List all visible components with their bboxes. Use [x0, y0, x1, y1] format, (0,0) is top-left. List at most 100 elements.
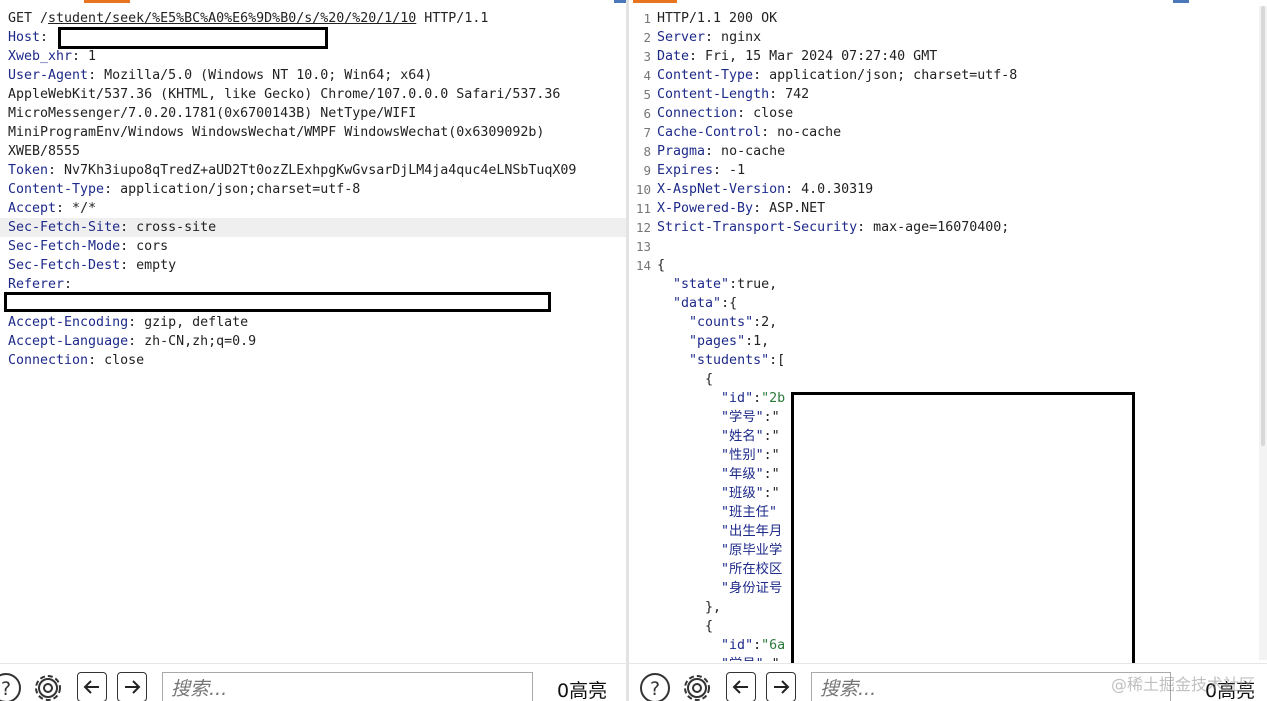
text-segment: XWEB/8555: [8, 144, 81, 159]
request-line: Accept: */*: [0, 199, 626, 218]
header-name: Sec-Fetch-Mode: [8, 239, 121, 254]
json-key: "state": [673, 277, 730, 292]
request-line: XWEB/8555: [0, 142, 626, 161]
text-segment: AppleWebKit/537.36 (KHTML, like Gecko) C…: [8, 87, 561, 102]
request-line: MicroMessenger/7.0.20.1781(0x6700143B) N…: [0, 104, 626, 123]
text-segment: : application/json; charset=utf-8: [753, 68, 1018, 83]
request-line-text: Token: Nv7Kh3iupo8qTredZ+aUD2Tt0ozZLExhp…: [8, 161, 576, 180]
header-name: Sec-Fetch-Dest: [8, 258, 121, 273]
arrow-left-icon: [83, 680, 99, 694]
text-segment: GET /: [8, 11, 49, 26]
request-toolbar: ? 0高亮: [0, 663, 626, 701]
header-name: Referer: [8, 277, 65, 292]
settings-button[interactable]: [30, 670, 66, 701]
json-key: "所在校区: [721, 562, 783, 577]
text-segment: [657, 562, 721, 577]
text-segment: :true,: [729, 277, 778, 292]
line-number: 8: [643, 144, 651, 159]
help-button[interactable]: ?: [0, 670, 24, 701]
arrow-right-icon: [125, 680, 141, 694]
json-key: "班主任": [721, 505, 777, 520]
header-name: Content-Type: [657, 68, 754, 83]
response-line: 13: [629, 237, 1267, 256]
text-segment: [657, 543, 721, 558]
request-editor[interactable]: GET /student/seek/%E5%BC%A0%E6%9D%B0/s/%…: [0, 0, 626, 661]
line-number: 2: [643, 30, 651, 45]
previous-match-button[interactable]: [726, 672, 756, 701]
text-segment: {: [657, 372, 714, 387]
text-segment: [657, 315, 689, 330]
settings-button[interactable]: [679, 670, 715, 701]
response-line: 6 Connection: close: [629, 104, 1267, 123]
text-segment: [657, 410, 721, 425]
text-segment: : 742: [769, 87, 810, 102]
redaction-box-students: [791, 392, 1135, 674]
header-name: Date: [657, 49, 690, 64]
response-line-text: Expires: -1: [657, 161, 745, 180]
response-line-text: "出生年月: [657, 522, 782, 541]
request-line-text: GET /student/seek/%E5%BC%A0%E6%9D%B0/s/%…: [8, 9, 488, 28]
text-segment: : Mozilla/5.0 (Windows NT 10.0; Win64; x…: [88, 68, 433, 83]
text-segment: [657, 353, 689, 368]
header-name: Token: [8, 163, 49, 178]
header-name: Sec-Fetch-Site: [8, 220, 121, 235]
text-segment: [657, 638, 721, 653]
response-line: 1 HTTP/1.1 200 OK: [629, 9, 1267, 28]
response-line: 10 X-AspNet-Version: 4.0.30319: [629, 180, 1267, 199]
response-line-text: {: [657, 617, 713, 636]
help-button[interactable]: ?: [637, 670, 673, 701]
response-line-text: "原毕业学: [657, 541, 782, 560]
request-pane: GET /student/seek/%E5%BC%A0%E6%9D%B0/s/%…: [0, 0, 626, 701]
text-segment: : cors: [120, 239, 169, 254]
request-line: Connection: close: [0, 351, 626, 370]
request-line-text: Accept-Language: zh-CN,zh;q=0.9: [8, 332, 256, 351]
response-line-text: Pragma: no-cache: [657, 142, 785, 161]
scrollbar-thumb[interactable]: [1261, 6, 1265, 446]
response-line: 3 Date: Fri, 15 Mar 2024 07:27:40 GMT: [629, 47, 1267, 66]
previous-match-button[interactable]: [77, 672, 107, 701]
response-line-text: "data":{: [657, 294, 737, 313]
request-line-text: XWEB/8555: [8, 142, 80, 161]
request-line-text: Sec-Fetch-Dest: empty: [8, 256, 176, 275]
text-segment: :": [763, 429, 780, 444]
request-line: Accept-Encoding: gzip, deflate: [0, 313, 626, 332]
response-line: "counts":2,: [629, 313, 1267, 332]
response-line-text: "班主任": [657, 503, 777, 522]
header-name: X-AspNet-Version: [657, 182, 786, 197]
line-number: 6: [643, 106, 651, 121]
request-search-input[interactable]: [162, 672, 533, 701]
next-match-button[interactable]: [766, 672, 796, 701]
text-segment: :2,: [753, 315, 778, 330]
response-pane: 1 HTTP/1.1 200 OK 2 Server: nginx 3 Date: Fri…: [629, 0, 1267, 701]
response-line-text: Date: Fri, 15 Mar 2024 07:27:40 GMT: [657, 47, 937, 66]
line-number: 1: [643, 11, 651, 26]
request-line-text: Host:: [8, 28, 56, 47]
request-line: Sec-Fetch-Dest: empty: [0, 256, 626, 275]
response-scrollbar[interactable]: [1259, 6, 1267, 660]
line-number: 3: [643, 49, 651, 64]
response-line-text: Content-Type: application/json; charset=…: [657, 66, 1017, 85]
text-segment: : gzip, deflate: [128, 315, 249, 330]
json-key: "性别": [721, 448, 764, 463]
line-number: 14: [635, 258, 651, 273]
response-line: 12 Strict-Transport-Security: max-age=160…: [629, 218, 1267, 237]
request-highlight-count: 0高亮: [557, 680, 608, 701]
header-name: Content-Length: [657, 87, 770, 102]
next-match-button[interactable]: [117, 672, 147, 701]
text-segment: : ASP.NET: [753, 201, 826, 216]
arrow-right-icon: [774, 680, 790, 694]
json-key: "students": [689, 353, 770, 368]
text-segment: HTTP/1.1 200 OK: [657, 11, 778, 26]
response-line-text: "姓名":": [657, 427, 780, 446]
text-segment: [657, 296, 673, 311]
header-name: Connection: [8, 353, 89, 368]
line-number: 9: [643, 163, 651, 178]
request-line-text: Content-Type: application/json;charset=u…: [8, 180, 360, 199]
json-key: "id": [721, 391, 754, 406]
json-key: "原毕业学: [721, 543, 783, 558]
svg-text:?: ?: [1, 678, 11, 700]
header-name: Accept-Encoding: [8, 315, 129, 330]
response-line-text: X-AspNet-Version: 4.0.30319: [657, 180, 873, 199]
json-key: "学号": [721, 657, 764, 661]
json-key: "班级": [721, 486, 764, 501]
